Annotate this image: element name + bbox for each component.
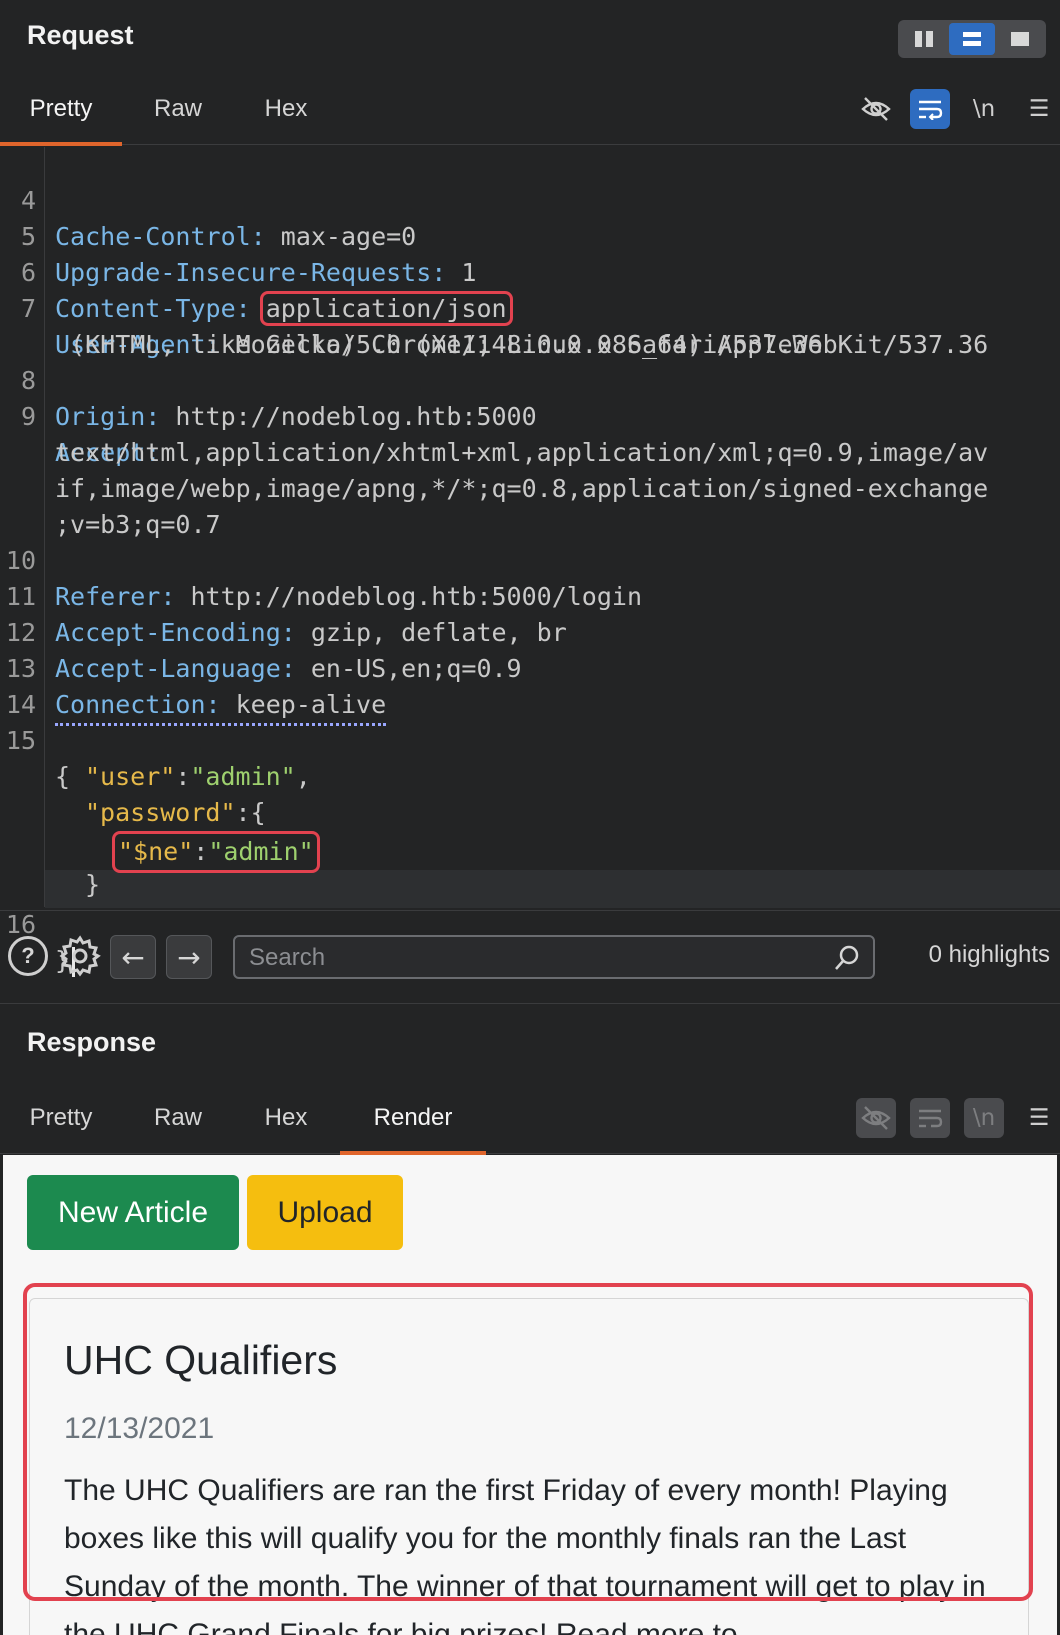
request-tab-raw[interactable]: Raw <box>132 73 224 145</box>
json-key-user: "user" <box>85 762 176 791</box>
help-icon[interactable]: ? <box>8 936 48 976</box>
code-line: 10 Referer: http://nodeblog.htb:5000/log… <box>0 507 642 611</box>
hamburger-menu-icon[interactable]: ☰ <box>1026 1098 1052 1138</box>
request-tab-pretty[interactable]: Pretty <box>0 73 122 146</box>
header-value: en-US,en;q=0.9 <box>295 654 522 683</box>
code-line: 7 User-Agent: Mozilla/5.0 (X11; Linux x8… <box>0 255 988 359</box>
header-value: if,image/webp,image/apng,*/*;q=0.8,appli… <box>55 474 989 503</box>
code-line-wrap: if,image/webp,image/apng,*/*;q=0.8,appli… <box>0 435 988 503</box>
request-title: Request <box>27 20 134 50</box>
request-view-toolbar: \n ☰ <box>842 89 1060 129</box>
request-tab-hex[interactable]: Hex <box>240 73 332 145</box>
header-name: Accept-Encoding: <box>55 618 296 647</box>
hide-nonprintable-eye-off-icon <box>856 1098 896 1138</box>
code-line: 12 Accept-Language: en-US,en;q=0.9 <box>0 579 522 683</box>
code-line-wrap: ;v=b3;q=0.7 <box>0 471 221 539</box>
code-line: "$ne":"admin" <box>0 795 320 873</box>
header-name: Upgrade-Insecure-Requests: <box>55 258 447 287</box>
code-line: 9 Accept: <box>0 363 160 467</box>
header-value: gzip, deflate, br <box>295 618 567 647</box>
search-previous-button[interactable]: ← <box>110 935 156 979</box>
header-name: Accept-Language: <box>55 654 296 683</box>
code-line: "user":"admin", <box>85 762 311 791</box>
code-line-wrap: (KHTML, like Gecko) Chrome/148.0.0.0 Saf… <box>0 291 823 359</box>
request-search-bar: ? ← → 0 highlights <box>0 927 1060 985</box>
upload-button[interactable]: Upload <box>247 1175 403 1250</box>
wrap-lines-icon[interactable] <box>910 89 950 129</box>
single-pane-icon <box>1011 32 1029 46</box>
response-tab-pretty[interactable]: Pretty <box>0 1082 122 1154</box>
json-value-ne: "admin" <box>208 837 314 866</box>
hamburger-menu-icon[interactable]: ☰ <box>1026 89 1052 129</box>
current-line-highlight <box>45 870 1060 908</box>
code-line: 11 Accept-Encoding: gzip, deflate, br <box>0 543 567 647</box>
code-line: 8 Origin: http://nodeblog.htb:5000 <box>0 327 537 431</box>
arrow-left-icon: ← <box>121 940 145 974</box>
header-value: keep-alive <box>220 690 387 719</box>
response-tabs: Pretty Raw Hex Render \n ☰ <box>0 1082 1060 1155</box>
columns-icon <box>915 31 933 47</box>
header-value: http://nodeblog.htb:5000 <box>160 402 537 431</box>
show-newlines-icon[interactable]: \n <box>964 89 1004 129</box>
json-key-password: "password" <box>85 798 236 827</box>
code-line: 4 Cache-Control: max-age=0 <box>0 147 416 251</box>
code-line: "password":{ <box>85 798 266 827</box>
code-line: 6 Content-Type: application/json <box>0 219 513 326</box>
search-input[interactable] <box>249 943 809 973</box>
arrow-right-icon: → <box>177 940 201 974</box>
new-article-button[interactable]: New Article <box>27 1175 239 1250</box>
article-highlight-box <box>23 1283 1033 1601</box>
response-tab-render[interactable]: Render <box>340 1082 486 1155</box>
header-value: 1 <box>446 258 477 287</box>
request-tabs: Pretty Raw Hex \n ☰ <box>0 73 1060 146</box>
layout-side-by-side-button[interactable] <box>901 23 947 55</box>
header-value: max-age=0 <box>265 222 417 251</box>
header-value: (KHTML, like Gecko) Chrome/148.0.0.0 Saf… <box>55 330 823 359</box>
layout-toggle <box>898 20 1046 58</box>
hide-nonprintable-eye-off-icon[interactable] <box>856 89 896 129</box>
header-name: Cache-Control: <box>55 222 266 251</box>
search-box <box>233 935 875 979</box>
json-value-user: "admin" <box>190 762 296 791</box>
divider <box>0 910 1060 911</box>
code-line: 16 } <box>0 871 76 977</box>
rows-icon <box>963 32 981 46</box>
response-title: Response <box>27 1027 157 1057</box>
rendered-page: New Article Upload UHC Qualifiers 12/13/… <box>3 1155 1057 1635</box>
header-value: http://nodeblog.htb:5000/login <box>175 582 643 611</box>
json-close-brace-inner: } <box>85 870 101 899</box>
show-newlines-icon: \n <box>964 1098 1004 1138</box>
layout-stacked-button[interactable] <box>949 23 995 55</box>
code-line: 14 <box>0 651 60 719</box>
header-value: text/html,application/xhtml+xml,applicat… <box>55 438 989 467</box>
response-view-toolbar: \n ☰ <box>842 1098 1060 1138</box>
request-editor[interactable]: 4 Cache-Control: max-age=0 5 Upgrade-Ins… <box>0 147 1060 977</box>
header-name: Referer: <box>55 582 176 611</box>
wrap-lines-icon <box>910 1098 950 1138</box>
content-type-highlight-box: application/json <box>259 291 513 326</box>
code-line: 13 Connection: keep-alive <box>0 615 387 726</box>
code-line: 5 Upgrade-Insecure-Requests: 1 <box>0 183 477 287</box>
header-name: Origin: <box>55 402 161 431</box>
response-tab-raw[interactable]: Raw <box>132 1082 224 1154</box>
search-next-button[interactable]: → <box>166 935 212 979</box>
code-line: 15 { <box>0 687 70 791</box>
code-line: } <box>0 831 100 899</box>
divider <box>0 1003 1060 1004</box>
ne-operator-highlight-box: "$ne":"admin" <box>112 831 320 873</box>
response-tab-hex[interactable]: Hex <box>240 1082 332 1154</box>
settings-gear-icon[interactable] <box>58 934 102 983</box>
header-name: Content-Type: <box>55 294 251 323</box>
layout-single-button[interactable] <box>997 23 1043 55</box>
highlights-count: 0 highlights <box>928 941 1050 968</box>
header-value: ;v=b3;q=0.7 <box>55 510 221 539</box>
json-key-ne: "$ne" <box>118 837 194 866</box>
search-icon[interactable] <box>833 944 861 977</box>
header-name: Connection: <box>55 690 221 719</box>
code-line-wrap: text/html,application/xhtml+xml,applicat… <box>0 399 988 467</box>
